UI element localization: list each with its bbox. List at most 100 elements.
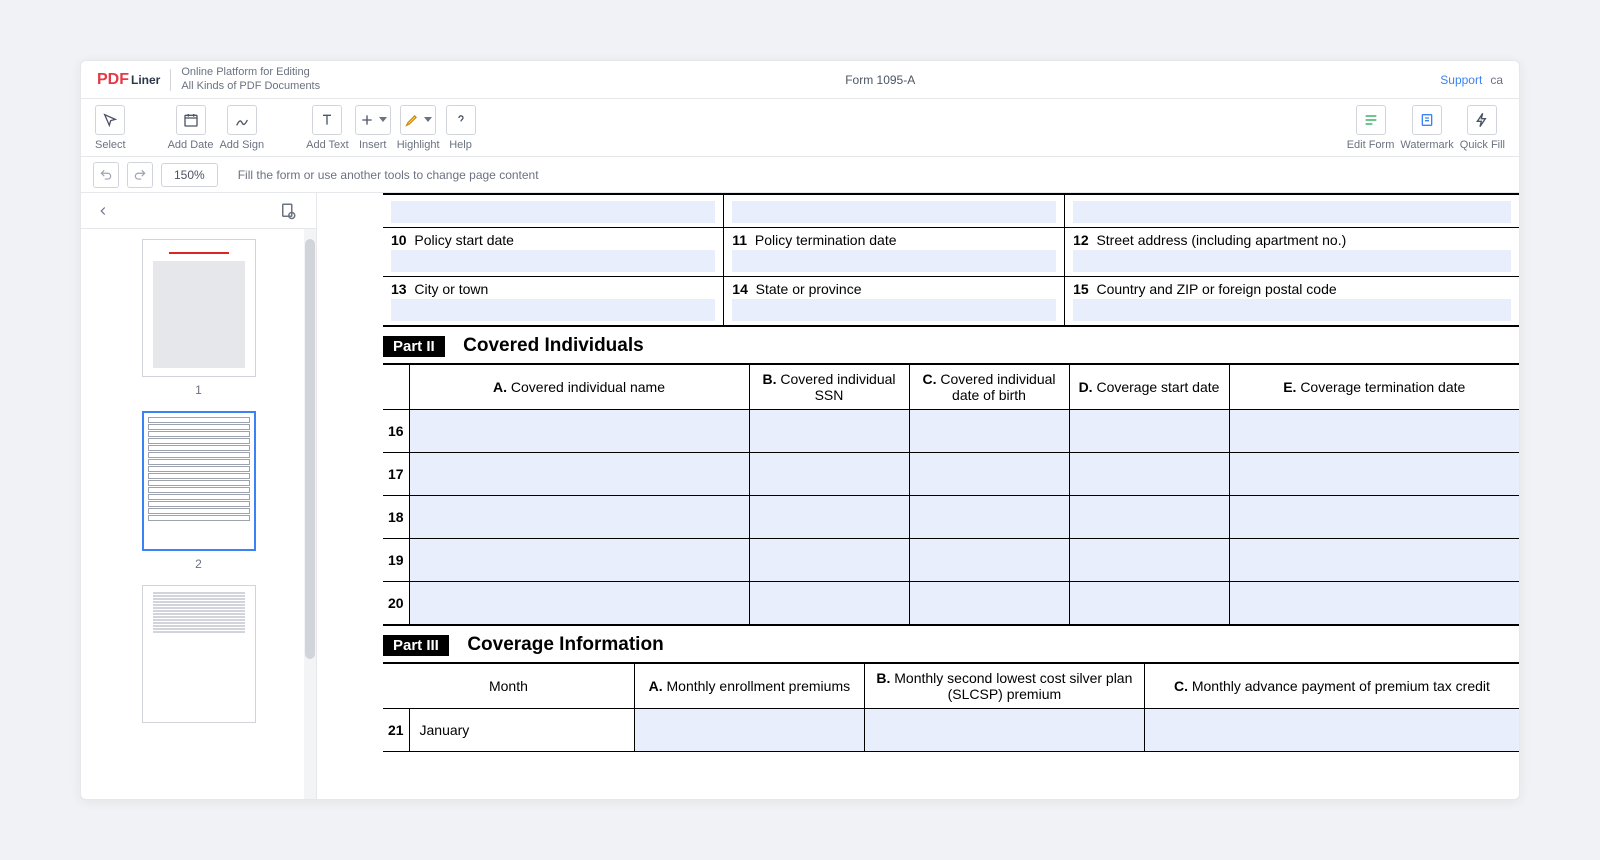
field-input[interactable] bbox=[1070, 496, 1229, 538]
body: 1 2 bbox=[81, 193, 1519, 799]
zoom-level[interactable]: 150% bbox=[161, 163, 218, 187]
field-input[interactable] bbox=[1145, 709, 1519, 751]
table-row-21: 21 January bbox=[383, 709, 1519, 752]
quick-fill-tool[interactable]: Quick Fill bbox=[1460, 105, 1505, 151]
thumbnail-panel: 1 2 bbox=[81, 229, 316, 799]
part-2-header: Part II Covered Individuals bbox=[383, 327, 1519, 363]
coverage-info-table: Month A. Monthly enrollment premiums B. … bbox=[383, 662, 1519, 752]
sidebar-header bbox=[81, 193, 316, 229]
field-input[interactable] bbox=[1070, 410, 1229, 452]
field-input[interactable] bbox=[750, 539, 909, 581]
part-3-header: Part III Coverage Information bbox=[383, 626, 1519, 662]
signature-icon bbox=[227, 105, 257, 135]
fields-table: 10 Policy start date 11 Policy terminati… bbox=[383, 193, 1519, 327]
logo-liner: Liner bbox=[131, 73, 160, 87]
thumbnail-page-2[interactable] bbox=[142, 411, 256, 551]
field-input[interactable] bbox=[910, 582, 1069, 624]
highlighter-icon bbox=[400, 105, 436, 135]
field-input[interactable] bbox=[865, 709, 1144, 751]
table-row-16: 16 bbox=[383, 410, 1519, 453]
field-input[interactable] bbox=[1230, 453, 1520, 495]
field-13-input[interactable] bbox=[391, 299, 715, 321]
field-11-input[interactable] bbox=[732, 250, 1056, 272]
col-c3-header: C. Monthly advance payment of premium ta… bbox=[1144, 663, 1519, 709]
month-cell: January bbox=[409, 709, 634, 752]
field-input[interactable] bbox=[750, 496, 909, 538]
undo-button[interactable] bbox=[93, 162, 119, 188]
field-12: 12 Street address (including apartment n… bbox=[1065, 228, 1519, 277]
covered-individuals-table: A. Covered individual name B. Covered in… bbox=[383, 363, 1519, 626]
field-15: 15 Country and ZIP or foreign postal cod… bbox=[1065, 277, 1519, 327]
col-a3-header: A. Monthly enrollment premiums bbox=[634, 663, 864, 709]
help-tool[interactable]: Help bbox=[446, 105, 476, 151]
sub-toolbar: 150% Fill the form or use another tools … bbox=[81, 157, 1519, 193]
col-c-header: C. Covered individual date of birth bbox=[909, 364, 1069, 410]
field-input[interactable] bbox=[910, 453, 1069, 495]
text-icon bbox=[312, 105, 342, 135]
highlight-tool[interactable]: Highlight bbox=[397, 105, 440, 151]
watermark-tool[interactable]: Watermark bbox=[1400, 105, 1453, 151]
edit-form-tool[interactable]: Edit Form bbox=[1347, 105, 1395, 151]
page-settings-icon[interactable] bbox=[270, 197, 306, 225]
field-input[interactable] bbox=[635, 709, 864, 751]
field-12-input[interactable] bbox=[1073, 250, 1511, 272]
field-input[interactable] bbox=[410, 453, 749, 495]
thumbnail-label-2: 2 bbox=[91, 557, 306, 571]
part-2-title: Covered Individuals bbox=[463, 335, 644, 356]
field-input[interactable] bbox=[1070, 582, 1229, 624]
field-15-input[interactable] bbox=[1073, 299, 1511, 321]
thumbnail-page-3[interactable] bbox=[142, 585, 256, 723]
tagline: Online Platform for Editing All Kinds of… bbox=[181, 66, 320, 92]
field-input[interactable] bbox=[910, 496, 1069, 538]
select-tool[interactable]: Select bbox=[95, 105, 126, 151]
back-button[interactable] bbox=[89, 197, 117, 225]
field-input[interactable] bbox=[910, 410, 1069, 452]
field-input[interactable] bbox=[410, 539, 749, 581]
add-date-tool[interactable]: Add Date bbox=[168, 105, 214, 151]
field-10-input[interactable] bbox=[391, 250, 715, 272]
field-input[interactable] bbox=[750, 453, 909, 495]
col-b3-header: B. Monthly second lowest cost silver pla… bbox=[864, 663, 1144, 709]
field-10: 10 Policy start date bbox=[383, 228, 724, 277]
field-input[interactable] bbox=[1073, 201, 1511, 223]
table-row-19: 19 bbox=[383, 539, 1519, 582]
redo-button[interactable] bbox=[127, 162, 153, 188]
field-input[interactable] bbox=[750, 410, 909, 452]
field-14: 14 State or province bbox=[724, 277, 1065, 327]
cursor-icon bbox=[95, 105, 125, 135]
header-bar: PDF Liner Online Platform for Editing Al… bbox=[81, 61, 1519, 99]
prev-cell-2 bbox=[724, 194, 1065, 228]
field-11: 11 Policy termination date bbox=[724, 228, 1065, 277]
field-input[interactable] bbox=[1070, 539, 1229, 581]
field-input[interactable] bbox=[732, 201, 1056, 223]
add-sign-tool[interactable]: Add Sign bbox=[219, 105, 264, 151]
tagline-line2: All Kinds of PDF Documents bbox=[181, 80, 320, 93]
field-input[interactable] bbox=[410, 496, 749, 538]
lightning-icon bbox=[1467, 105, 1497, 135]
field-input[interactable] bbox=[1230, 539, 1520, 581]
insert-tool[interactable]: Insert bbox=[355, 105, 391, 151]
col-d-header: D. Coverage start date bbox=[1069, 364, 1229, 410]
field-input[interactable] bbox=[750, 582, 909, 624]
logo-separator bbox=[170, 69, 171, 91]
scrollbar-thumb[interactable] bbox=[305, 239, 315, 659]
field-input[interactable] bbox=[391, 201, 715, 223]
thumbnail-page-1[interactable] bbox=[142, 239, 256, 377]
field-input[interactable] bbox=[1230, 496, 1520, 538]
plus-icon bbox=[355, 105, 391, 135]
field-input[interactable] bbox=[410, 410, 749, 452]
field-input[interactable] bbox=[1070, 453, 1229, 495]
field-input[interactable] bbox=[1230, 582, 1520, 624]
scrollbar-track bbox=[304, 229, 316, 799]
document-canvas[interactable]: 10 Policy start date 11 Policy terminati… bbox=[317, 193, 1519, 799]
table-row-17: 17 bbox=[383, 453, 1519, 496]
field-input[interactable] bbox=[1230, 410, 1520, 452]
field-14-input[interactable] bbox=[732, 299, 1056, 321]
support-link[interactable]: Support bbox=[1440, 73, 1482, 87]
thumbnail-label-1: 1 bbox=[91, 383, 306, 397]
hint-text: Fill the form or use another tools to ch… bbox=[238, 168, 539, 182]
add-text-tool[interactable]: Add Text bbox=[306, 105, 349, 151]
field-input[interactable] bbox=[410, 582, 749, 624]
field-input[interactable] bbox=[910, 539, 1069, 581]
logo-pdf: PDF bbox=[97, 71, 129, 89]
